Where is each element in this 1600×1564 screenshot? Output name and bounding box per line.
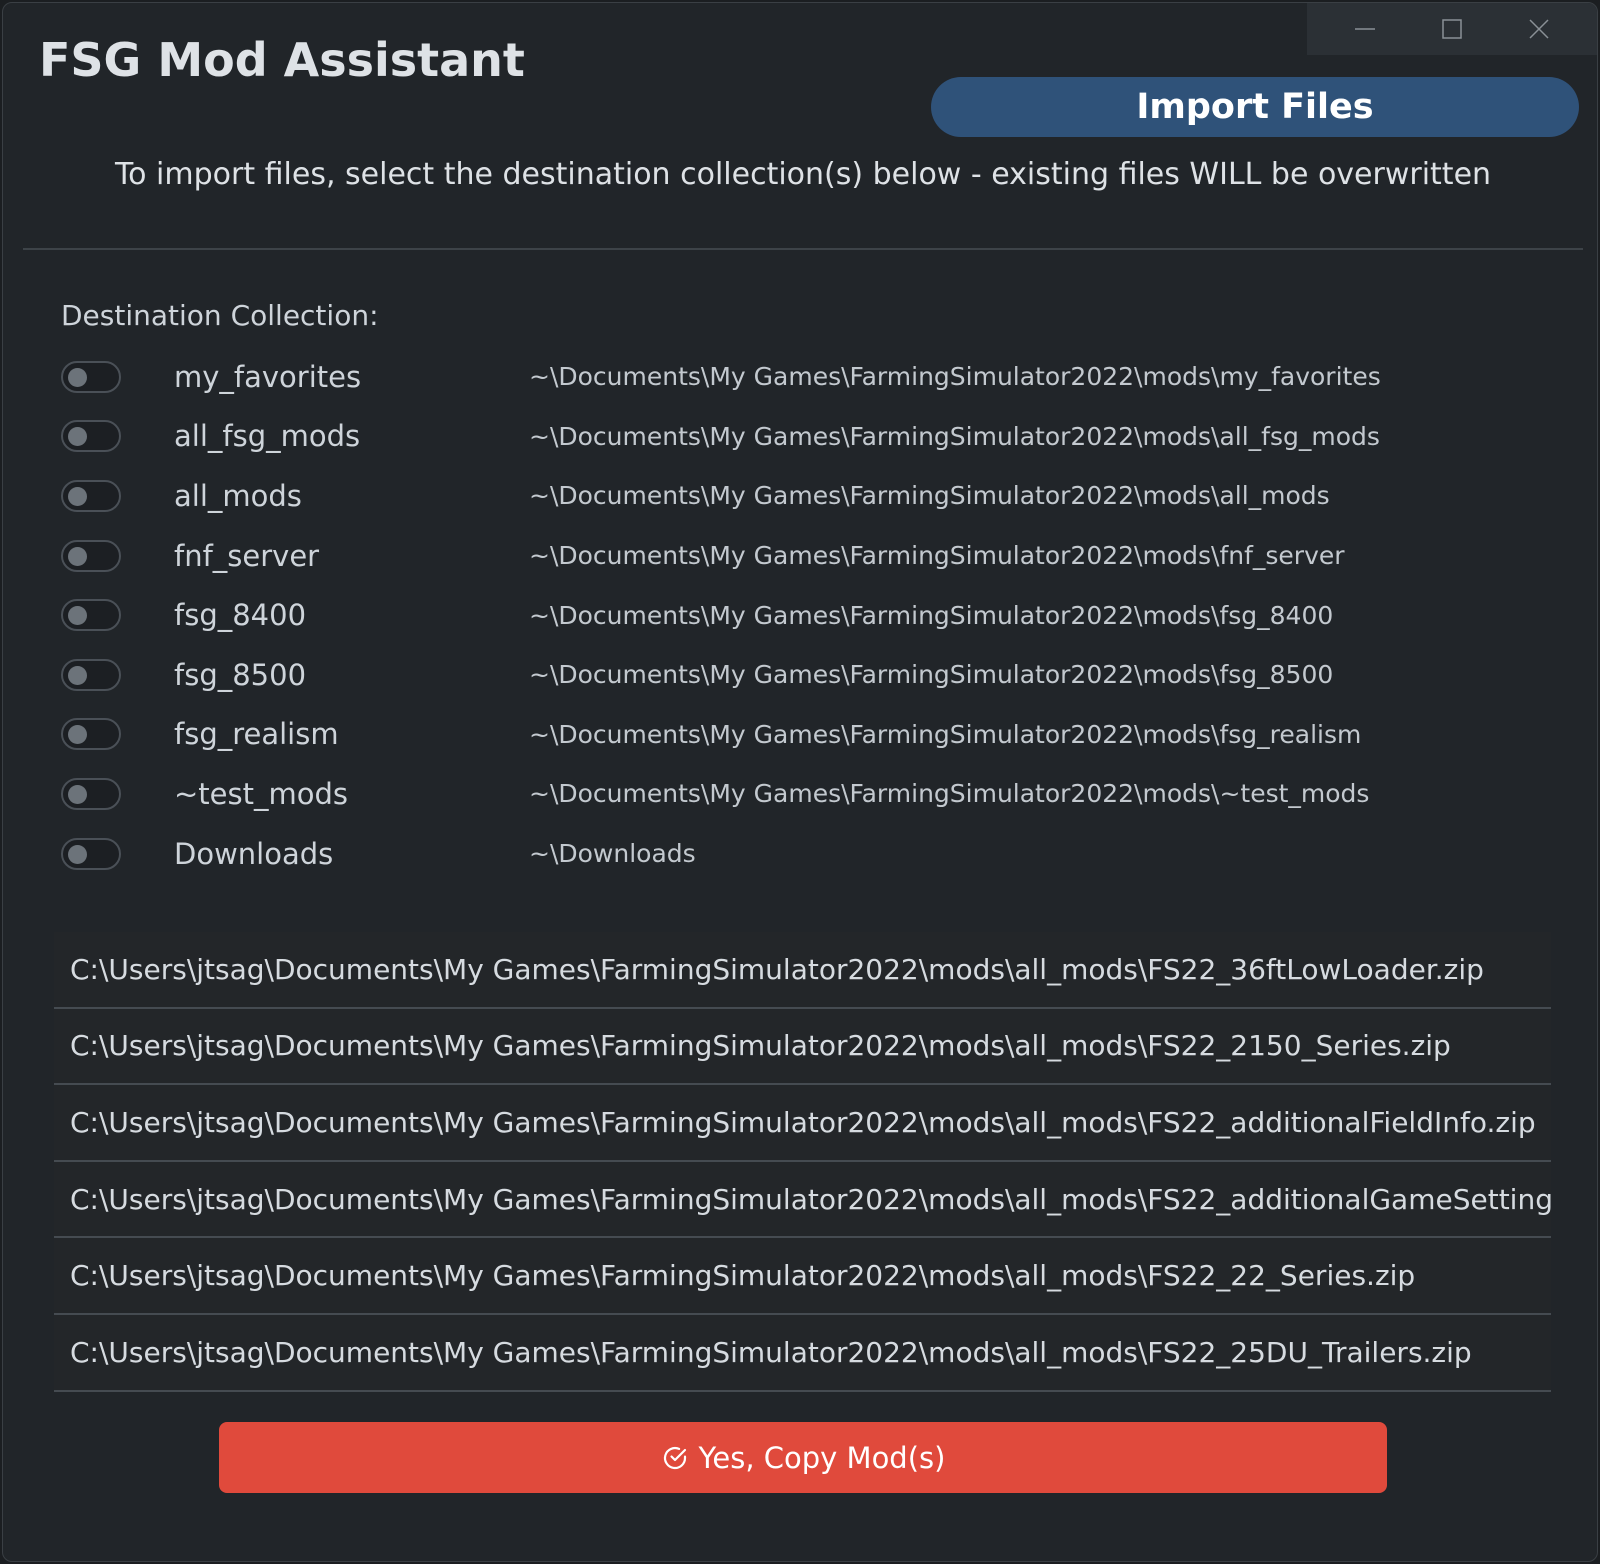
toggle-knob xyxy=(68,546,87,566)
collection-row: Downloads ~\Downloads xyxy=(61,824,1561,884)
toggle-knob xyxy=(68,784,87,804)
collection-path: ~\Documents\My Games\FarmingSimulator202… xyxy=(529,719,1362,749)
collection-path: ~\Documents\My Games\FarmingSimulator202… xyxy=(529,421,1380,451)
collection-path: ~\Documents\My Games\FarmingSimulator202… xyxy=(529,481,1330,511)
collection-path: ~\Documents\My Games\FarmingSimulator202… xyxy=(529,541,1345,571)
collection-toggle[interactable] xyxy=(61,360,121,393)
collection-toggle[interactable] xyxy=(61,420,121,453)
collection-name: Downloads xyxy=(174,836,334,871)
app-title: FSG Mod Assistant xyxy=(39,33,525,87)
toggle-knob xyxy=(68,486,87,506)
collection-path: ~\Downloads xyxy=(529,839,696,869)
divider xyxy=(23,248,1583,250)
collection-row: fsg_8400 ~\Documents\My Games\FarmingSim… xyxy=(61,585,1561,645)
maximize-icon xyxy=(1442,19,1462,39)
file-list-item: C:\Users\jtsag\Documents\My Games\Farmin… xyxy=(54,932,1551,1009)
collection-toggle[interactable] xyxy=(61,658,121,691)
collection-row: all_mods ~\Documents\My Games\FarmingSim… xyxy=(61,466,1561,526)
collection-name: ~test_mods xyxy=(174,776,348,811)
file-list: C:\Users\jtsag\Documents\My Games\Farmin… xyxy=(54,932,1551,1392)
copy-mods-label: Yes, Copy Mod(s) xyxy=(698,1440,946,1475)
import-instruction: To import files, select the destination … xyxy=(114,157,1492,192)
collection-row: fnf_server ~\Documents\My Games\FarmingS… xyxy=(61,526,1561,586)
close-icon xyxy=(1529,19,1549,39)
maximize-button[interactable] xyxy=(1422,9,1482,49)
collection-toggle[interactable] xyxy=(61,479,121,512)
toggle-knob xyxy=(68,427,87,447)
collection-name: fsg_8400 xyxy=(174,598,307,633)
copy-mods-button[interactable]: Yes, Copy Mod(s) xyxy=(219,1422,1387,1493)
collection-toggle[interactable] xyxy=(61,718,121,751)
file-list-item: C:\Users\jtsag\Documents\My Games\Farmin… xyxy=(54,1008,1551,1086)
collection-name: fnf_server xyxy=(174,538,320,573)
close-button[interactable] xyxy=(1509,9,1569,49)
file-list-item: C:\Users\jtsag\Documents\My Games\Farmin… xyxy=(54,1238,1551,1315)
collection-toggle[interactable] xyxy=(61,539,121,572)
toggle-knob xyxy=(68,606,87,626)
collection-path: ~\Documents\My Games\FarmingSimulator202… xyxy=(529,779,1370,809)
collection-path: ~\Documents\My Games\FarmingSimulator202… xyxy=(529,600,1334,630)
file-list-item: C:\Users\jtsag\Documents\My Games\Farmin… xyxy=(54,1314,1551,1392)
toggle-knob xyxy=(68,844,87,864)
collection-toggle[interactable] xyxy=(61,777,121,810)
collection-name: fsg_8500 xyxy=(174,657,307,692)
collection-row: fsg_realism ~\Documents\My Games\Farming… xyxy=(61,705,1561,765)
import-window: FSG Mod Assistant Import Files To import… xyxy=(2,2,1598,1562)
import-files-header: Import Files xyxy=(931,77,1579,137)
minimize-icon xyxy=(1354,28,1375,30)
collection-path: ~\Documents\My Games\FarmingSimulator202… xyxy=(529,660,1334,690)
toggle-knob xyxy=(68,725,87,745)
collection-name: fsg_realism xyxy=(174,717,339,752)
collection-list: my_favorites ~\Documents\My Games\Farmin… xyxy=(61,347,1561,883)
collection-name: my_favorites xyxy=(174,359,362,394)
collection-row: my_favorites ~\Documents\My Games\Farmin… xyxy=(61,347,1561,407)
destination-heading: Destination Collection: xyxy=(61,299,379,332)
check-circle-icon xyxy=(663,1446,686,1469)
collection-toggle[interactable] xyxy=(61,837,121,870)
collection-name: all_mods xyxy=(174,478,302,513)
collection-row: fsg_8500 ~\Documents\My Games\FarmingSim… xyxy=(61,645,1561,705)
file-list-item: C:\Users\jtsag\Documents\My Games\Farmin… xyxy=(54,1161,1551,1239)
collection-path: ~\Documents\My Games\FarmingSimulator202… xyxy=(529,362,1381,392)
file-list-item: C:\Users\jtsag\Documents\My Games\Farmin… xyxy=(54,1085,1551,1162)
window-controls xyxy=(1307,3,1597,55)
collection-row: ~test_mods ~\Documents\My Games\FarmingS… xyxy=(61,764,1561,824)
toggle-knob xyxy=(68,367,87,387)
collection-row: all_fsg_mods ~\Documents\My Games\Farmin… xyxy=(61,407,1561,467)
collection-name: all_fsg_mods xyxy=(174,419,361,454)
collection-toggle[interactable] xyxy=(61,599,121,632)
minimize-button[interactable] xyxy=(1335,9,1395,49)
toggle-knob xyxy=(68,665,87,685)
